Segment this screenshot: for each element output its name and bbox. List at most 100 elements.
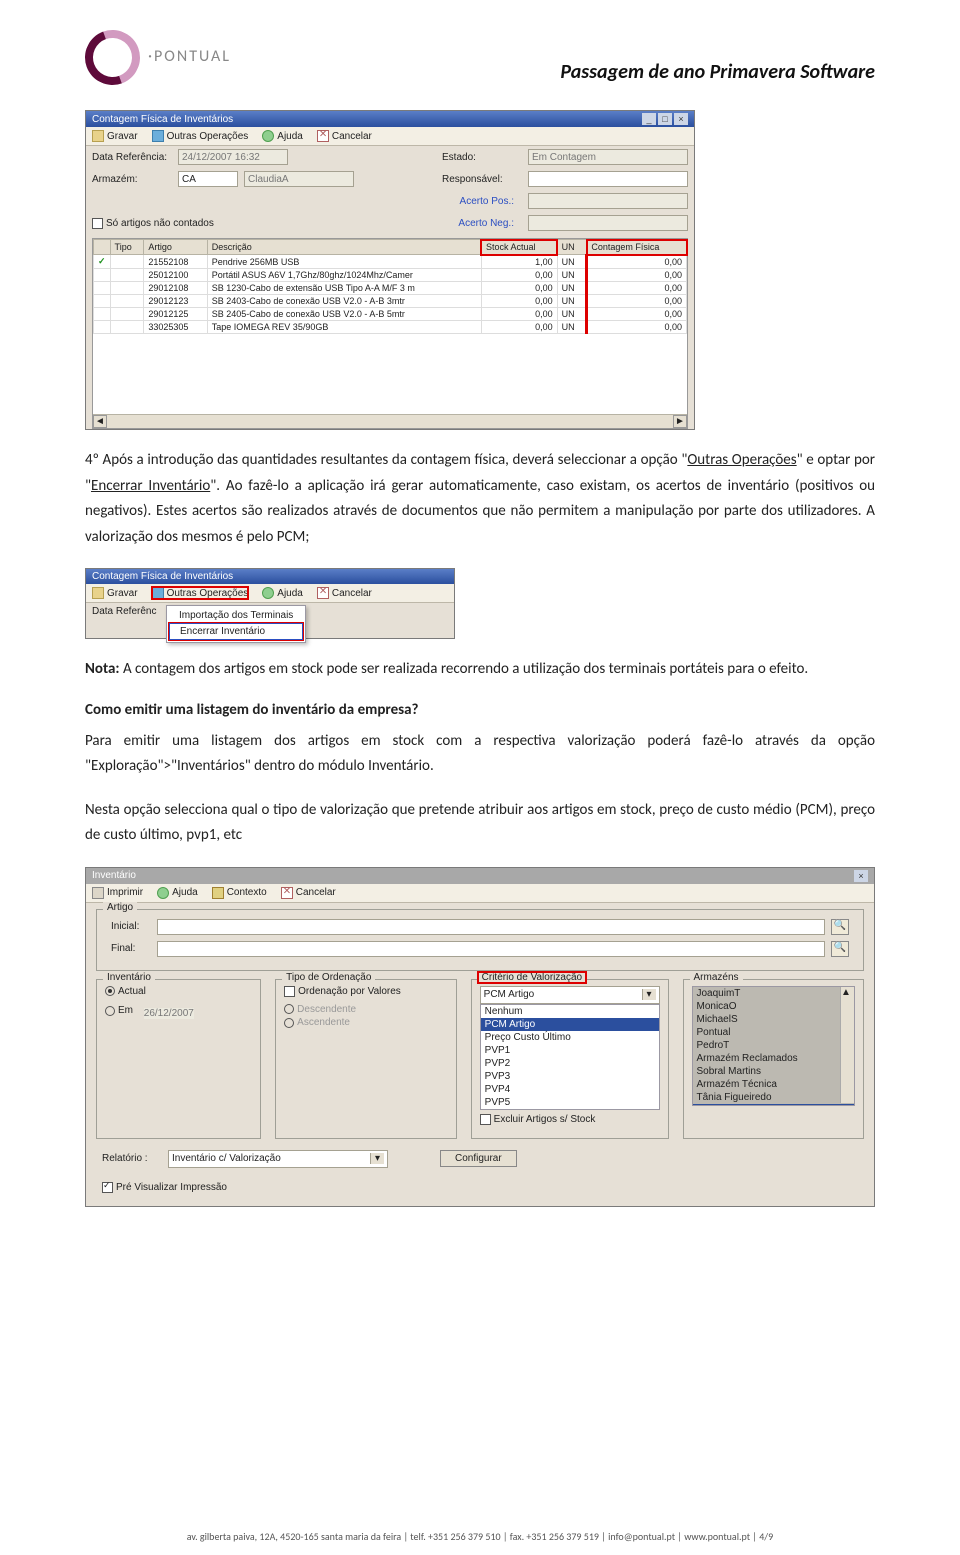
checkbox-checked-icon — [102, 1182, 113, 1193]
acerto-pos-link[interactable]: Acerto Pos.: — [460, 196, 514, 207]
radio-em[interactable]: Em — [105, 1005, 133, 1016]
list-item[interactable]: Nenhum — [481, 1005, 659, 1018]
list-item[interactable]: Armazém Técnica — [693, 1078, 855, 1091]
list-item[interactable]: MonicaO — [693, 1000, 855, 1013]
scroll-right-icon[interactable]: ► — [673, 415, 687, 428]
inventory-grid[interactable]: Tipo Artigo Descrição Stock Actual UN Co… — [92, 238, 688, 429]
group-tipo-ordenacao: Tipo de Ordenação Ordenação por Valores … — [275, 979, 457, 1139]
outras-operacoes-button[interactable]: Outras Operações — [152, 587, 249, 599]
search-icon[interactable]: 🔍 — [831, 941, 849, 957]
chevron-down-icon: ▾ — [642, 989, 656, 1000]
printer-icon — [92, 887, 104, 899]
armazens-listbox[interactable]: ▲ JoaquimTMonicaOMichaelSPontualPedroTAr… — [692, 986, 856, 1106]
logo-icon — [76, 21, 149, 94]
scrollbar[interactable]: ▲ — [840, 987, 854, 1103]
gravar-button[interactable]: Gravar — [92, 587, 138, 599]
list-item[interactable]: Preço Custo Último — [481, 1031, 659, 1044]
relatorio-select[interactable]: Inventário c/ Valorização ▾ — [168, 1150, 388, 1168]
list-item[interactable]: MichaelS — [693, 1013, 855, 1026]
ajuda-button[interactable]: Ajuda — [262, 587, 303, 599]
radio-ascendente: Ascendente — [284, 1017, 350, 1028]
list-item[interactable]: PedroT — [693, 1039, 855, 1052]
excluir-artigos-checkbox[interactable]: Excluir Artigos s/ Stock — [480, 1114, 596, 1125]
acerto-neg-link[interactable]: Acerto Neg.: — [458, 218, 514, 229]
window-contagem-fisica: Contagem Física de Inventários _ □ × Gra… — [85, 110, 695, 430]
table-row[interactable]: ✓21552108Pendrive 256MB USB1,00UN0,00 — [94, 255, 687, 269]
radio-icon — [105, 1006, 115, 1016]
group-inventario: Inventário Actual Em 26/12/2007 — [96, 979, 261, 1139]
q2-paragraph-2: Nesta opção selecciona qual o tipo de va… — [85, 798, 875, 849]
list-item[interactable]: PVP1 — [481, 1044, 659, 1057]
estado-label: Estado: — [442, 152, 522, 163]
table-row[interactable]: 29012108SB 1230-Cabo de extensão USB Tip… — [94, 282, 687, 295]
nota-paragraph: Nota: A contagem dos artigos em stock po… — [85, 657, 875, 683]
document-title: Passagem de ano Primavera Software — [560, 60, 875, 84]
artigo-final-field[interactable] — [157, 941, 825, 957]
window-titlebar: Inventário × — [86, 868, 874, 884]
window-min-icon[interactable]: _ — [642, 113, 656, 125]
window-inventario: Inventário × Imprimir Ajuda Contexto Can… — [85, 867, 875, 1207]
list-item[interactable]: PCM Artigo — [481, 1018, 659, 1031]
ajuda-button[interactable]: Ajuda — [262, 130, 303, 142]
window-close-icon[interactable]: × — [674, 113, 688, 125]
configurar-button[interactable]: Configurar — [440, 1150, 517, 1167]
em-date-field[interactable]: 26/12/2007 — [144, 1008, 194, 1019]
col-un: UN — [557, 240, 587, 255]
ajuda-button[interactable]: Ajuda — [157, 887, 198, 899]
list-item[interactable]: PVP3 — [481, 1070, 659, 1083]
table-row[interactable]: 25012100Portátil ASUS A6V 1,7Ghz/80ghz/1… — [94, 269, 687, 282]
checkbox-icon — [92, 218, 103, 229]
artigo-inicial-field[interactable] — [157, 919, 825, 935]
help-icon — [262, 130, 274, 142]
list-item[interactable]: PVP2 — [481, 1057, 659, 1070]
cancel-icon — [317, 587, 329, 599]
list-item[interactable]: Armazém Reclamados — [693, 1052, 855, 1065]
grid-horizontal-scrollbar[interactable]: ◄ ► — [93, 414, 687, 428]
col-tipo: Tipo — [110, 240, 144, 255]
list-item[interactable]: PVP4 — [481, 1083, 659, 1096]
cancel-icon — [317, 130, 329, 142]
window-close-icon[interactable]: × — [854, 870, 868, 882]
data-referencia-field[interactable]: 24/12/2007 16:32 — [178, 149, 288, 165]
menu-importacao-terminais[interactable]: Importação dos Terminais — [169, 608, 303, 623]
cancelar-button[interactable]: Cancelar — [317, 587, 372, 599]
cancelar-button[interactable]: Cancelar — [281, 887, 336, 899]
page-header: ·PONTUAL Passagem de ano Primavera Softw… — [85, 30, 875, 85]
criterio-options-list[interactable]: NenhumPCM ArtigoPreço Custo ÚltimoPVP1PV… — [480, 1004, 660, 1110]
imprimir-button[interactable]: Imprimir — [92, 887, 143, 899]
table-row[interactable]: 29012125SB 2405-Cabo de conexão USB V2.0… — [94, 308, 687, 321]
armazem-code-field[interactable]: CA — [178, 171, 238, 187]
inicial-label: Inicial: — [111, 921, 151, 932]
window-max-icon[interactable]: □ — [658, 113, 672, 125]
radio-icon — [284, 1004, 294, 1014]
cancelar-button[interactable]: Cancelar — [317, 130, 372, 142]
context-icon — [212, 887, 224, 899]
group-armazens: Armazéns ▲ JoaquimTMonicaOMichaelSPontua… — [683, 979, 865, 1139]
checkbox-icon — [480, 1114, 491, 1125]
list-item[interactable]: JoaquimT — [693, 987, 855, 1000]
checkbox-icon — [284, 986, 295, 997]
acerto-neg-field — [528, 215, 688, 231]
gravar-button[interactable]: Gravar — [92, 130, 138, 142]
list-item[interactable]: Sobral Martins — [693, 1065, 855, 1078]
table-row[interactable]: 29012123SB 2403-Cabo de conexão USB V2.0… — [94, 295, 687, 308]
contexto-button[interactable]: Contexto — [212, 887, 267, 899]
so-artigos-nao-contados-checkbox[interactable]: Só artigos não contados — [92, 218, 214, 229]
table-row[interactable]: 33025305Tape IOMEGA REV 35/90GB0,00UN0,0… — [94, 321, 687, 334]
col-stock-actual: Stock Actual — [481, 240, 557, 255]
criterio-select[interactable]: PCM Artigo ▾ — [480, 986, 660, 1004]
pre-visualizar-checkbox[interactable]: Pré Visualizar Impressão — [102, 1182, 227, 1193]
radio-actual[interactable]: Actual — [105, 986, 146, 997]
list-item[interactable]: Tânia Figueiredo — [693, 1091, 855, 1104]
menu-encerrar-inventario[interactable]: Encerrar Inventário — [169, 623, 303, 640]
list-item[interactable]: PVP5 — [481, 1096, 659, 1109]
page-footer: av. gilberta paiva, 12A, 4520-165 santa … — [0, 1530, 960, 1543]
responsavel-field[interactable] — [528, 171, 688, 187]
list-item[interactable]: Tiago Pinho — [693, 1104, 855, 1106]
ordenacao-valores-checkbox[interactable]: Ordenação por Valores — [284, 986, 401, 997]
outras-operacoes-button[interactable]: Outras Operações — [152, 130, 249, 142]
paragraph-4: 4º Após a introdução das quantidades res… — [85, 448, 875, 550]
list-item[interactable]: Pontual — [693, 1026, 855, 1039]
search-icon[interactable]: 🔍 — [831, 919, 849, 935]
scroll-left-icon[interactable]: ◄ — [93, 415, 107, 428]
